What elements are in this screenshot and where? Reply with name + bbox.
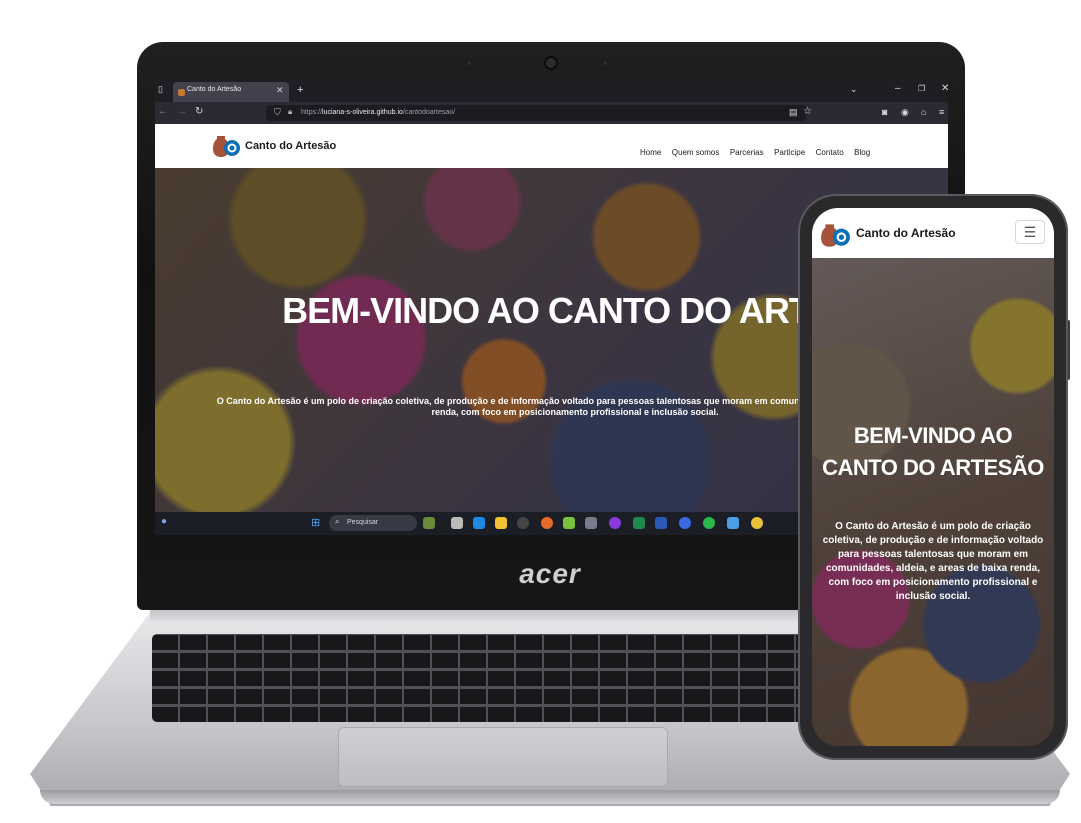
laptop-keyboard — [152, 634, 812, 722]
minimize-icon[interactable]: – — [895, 83, 901, 94]
phone-site-logo-icon[interactable] — [819, 218, 851, 250]
chrome-icon[interactable] — [751, 517, 763, 529]
terminal-icon[interactable] — [563, 517, 575, 529]
restore-icon[interactable]: ❐ — [918, 84, 925, 93]
lock-icon[interactable]: 🔒︎ — [288, 107, 292, 117]
github-icon[interactable] — [517, 517, 529, 529]
back-icon[interactable]: ← — [158, 106, 168, 117]
nav-link-blog[interactable]: Blog — [854, 148, 870, 157]
whatsapp-icon[interactable] — [703, 517, 715, 529]
account-icon[interactable]: ◉ — [901, 107, 909, 118]
close-tab-icon[interactable]: ✕ — [276, 85, 284, 96]
app-icon[interactable] — [609, 517, 621, 529]
reader-view-icon[interactable]: ▤ — [789, 107, 798, 118]
nav-link-participe[interactable]: Participe — [774, 148, 805, 157]
site-logo-icon[interactable] — [211, 130, 241, 160]
url-text[interactable]: https://luciana-s-oliveira.github.io/can… — [301, 109, 455, 116]
webcam-icon — [546, 58, 556, 68]
reload-icon[interactable]: ↻ — [195, 106, 203, 117]
box-icon[interactable] — [585, 517, 597, 529]
sidebar-toggle-icon[interactable]: ▯ — [158, 84, 163, 95]
favicon-icon — [178, 89, 185, 96]
laptop-brand-logo: acer — [519, 558, 581, 589]
phone-site-brand-name[interactable]: Canto do Artesão — [856, 226, 956, 240]
chevron-down-icon[interactable]: ⌄ — [850, 84, 858, 95]
search-icon: ⌕ — [335, 517, 340, 526]
nav-link-home[interactable]: Home — [640, 148, 661, 157]
taskbar-app-icon[interactable] — [423, 517, 435, 529]
taskbar-search-placeholder: Pesquisar — [347, 519, 379, 526]
firefox-icon[interactable] — [541, 517, 553, 529]
windows-start-icon[interactable]: ⊞ — [311, 516, 320, 529]
url-host: luciana-s-oliveira.github.io — [322, 109, 403, 116]
site-nav-menu: Home Quem somos Parcerias Participe Cont… — [640, 142, 876, 160]
bookmark-star-icon[interactable]: ☆ — [803, 106, 812, 117]
sensor-dot — [468, 62, 471, 65]
hamburger-menu-icon[interactable]: ≡ — [939, 107, 944, 117]
forward-icon[interactable]: → — [177, 106, 187, 117]
taskview-icon[interactable] — [451, 517, 463, 529]
weather-icon[interactable]: ● — [161, 516, 167, 527]
site-brand-name[interactable]: Canto do Artesão — [245, 140, 336, 152]
excel-icon[interactable] — [633, 517, 645, 529]
extensions-icon[interactable]: ⌂ — [921, 107, 926, 117]
file-explorer-icon[interactable] — [495, 517, 507, 529]
laptop-front-edge — [40, 790, 1060, 804]
nav-link-quem-somos[interactable]: Quem somos — [672, 148, 720, 157]
vpn-icon[interactable] — [727, 517, 739, 529]
laptop-touchpad — [338, 727, 668, 787]
hamburger-menu-icon[interactable]: ☰ — [1015, 220, 1045, 244]
tab-title: Canto do Artesão — [187, 86, 242, 93]
new-tab-icon[interactable]: + — [297, 84, 303, 96]
nav-link-contato[interactable]: Contato — [816, 148, 844, 157]
zoom-icon[interactable] — [679, 517, 691, 529]
phone-hero-title: BEM-VINDO AO CANTO DO ARTESÃO — [822, 423, 1044, 480]
window-close-icon[interactable]: ✕ — [941, 83, 948, 94]
phone-hero-text: O Canto do Artesão é um polo de criação … — [822, 521, 1044, 602]
pocket-icon[interactable]: ◙ — [882, 107, 887, 117]
word-icon[interactable] — [655, 517, 667, 529]
shield-icon[interactable]: ⛉ — [274, 107, 281, 118]
nav-link-parcerias[interactable]: Parcerias — [730, 148, 764, 157]
phone-hero-overlay — [812, 258, 1054, 746]
vscode-icon[interactable] — [473, 517, 485, 529]
sensor-dot — [604, 62, 607, 65]
